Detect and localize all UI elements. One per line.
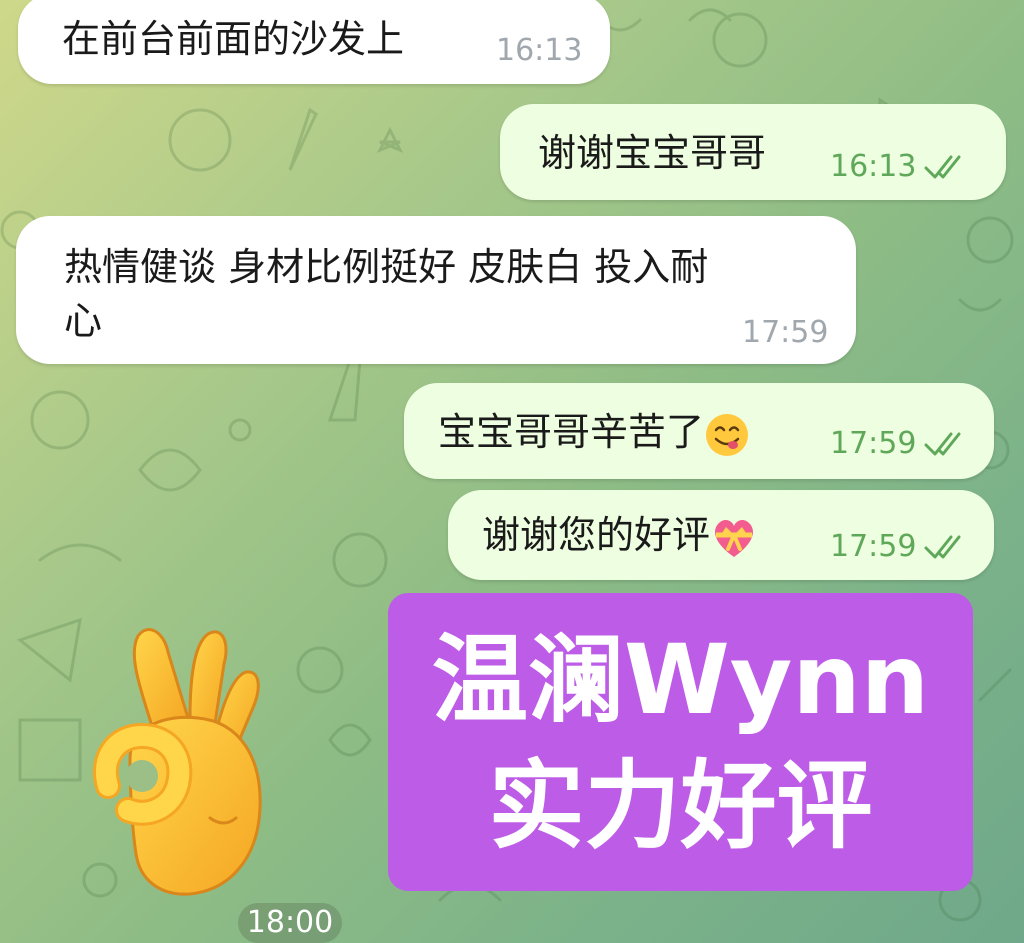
message-text-body: 宝宝哥哥辛苦了 bbox=[438, 410, 705, 454]
message-text: 谢谢宝宝哥哥 bbox=[538, 131, 767, 175]
promo-title-line2: 实力好评 bbox=[488, 750, 873, 862]
message-time: 17:59 bbox=[830, 426, 917, 461]
message-bubble-incoming[interactable]: 在前台前面的沙发上 16:13 bbox=[18, 0, 610, 84]
message-text: 在前台前面的沙发上 bbox=[62, 17, 405, 61]
ok-hand-emoji[interactable] bbox=[90, 618, 290, 908]
message-text-body: 谢谢您的好评 bbox=[482, 513, 711, 557]
read-double-check-icon bbox=[924, 155, 961, 179]
promo-title-line1: 温澜Wynn bbox=[431, 624, 930, 736]
promo-image[interactable]: 温澜Wynn 实力好评 bbox=[388, 593, 973, 891]
sticker-time-badge: 18:00 bbox=[238, 903, 342, 943]
message-bubble-incoming[interactable]: 热情健谈 身材比例挺好 皮肤白 投入耐 心 17:59 bbox=[16, 216, 856, 364]
read-double-check-icon bbox=[924, 535, 961, 559]
message-text: 谢谢您的好评 bbox=[482, 508, 758, 562]
message-time: 17:59 bbox=[830, 529, 917, 564]
message-bubble-outgoing[interactable]: 宝宝哥哥辛苦了 17:59 bbox=[404, 383, 994, 479]
message-time: 16:13 bbox=[830, 149, 917, 184]
message-text-line1: 热情健谈 身材比例挺好 皮肤白 投入耐 bbox=[64, 245, 709, 289]
message-text: 宝宝哥哥辛苦了 bbox=[438, 405, 750, 459]
message-time: 17:59 bbox=[742, 315, 829, 350]
message-time: 16:13 bbox=[496, 33, 583, 68]
read-double-check-icon bbox=[924, 432, 961, 456]
heart-with-ribbon-emoji bbox=[715, 519, 753, 557]
message-text-line2: 心 bbox=[64, 299, 103, 343]
message-bubble-outgoing[interactable]: 谢谢您的好评 17:59 bbox=[448, 490, 994, 580]
yum-face-emoji bbox=[706, 413, 749, 456]
message-bubble-outgoing[interactable]: 谢谢宝宝哥哥 16:13 bbox=[500, 104, 1006, 200]
